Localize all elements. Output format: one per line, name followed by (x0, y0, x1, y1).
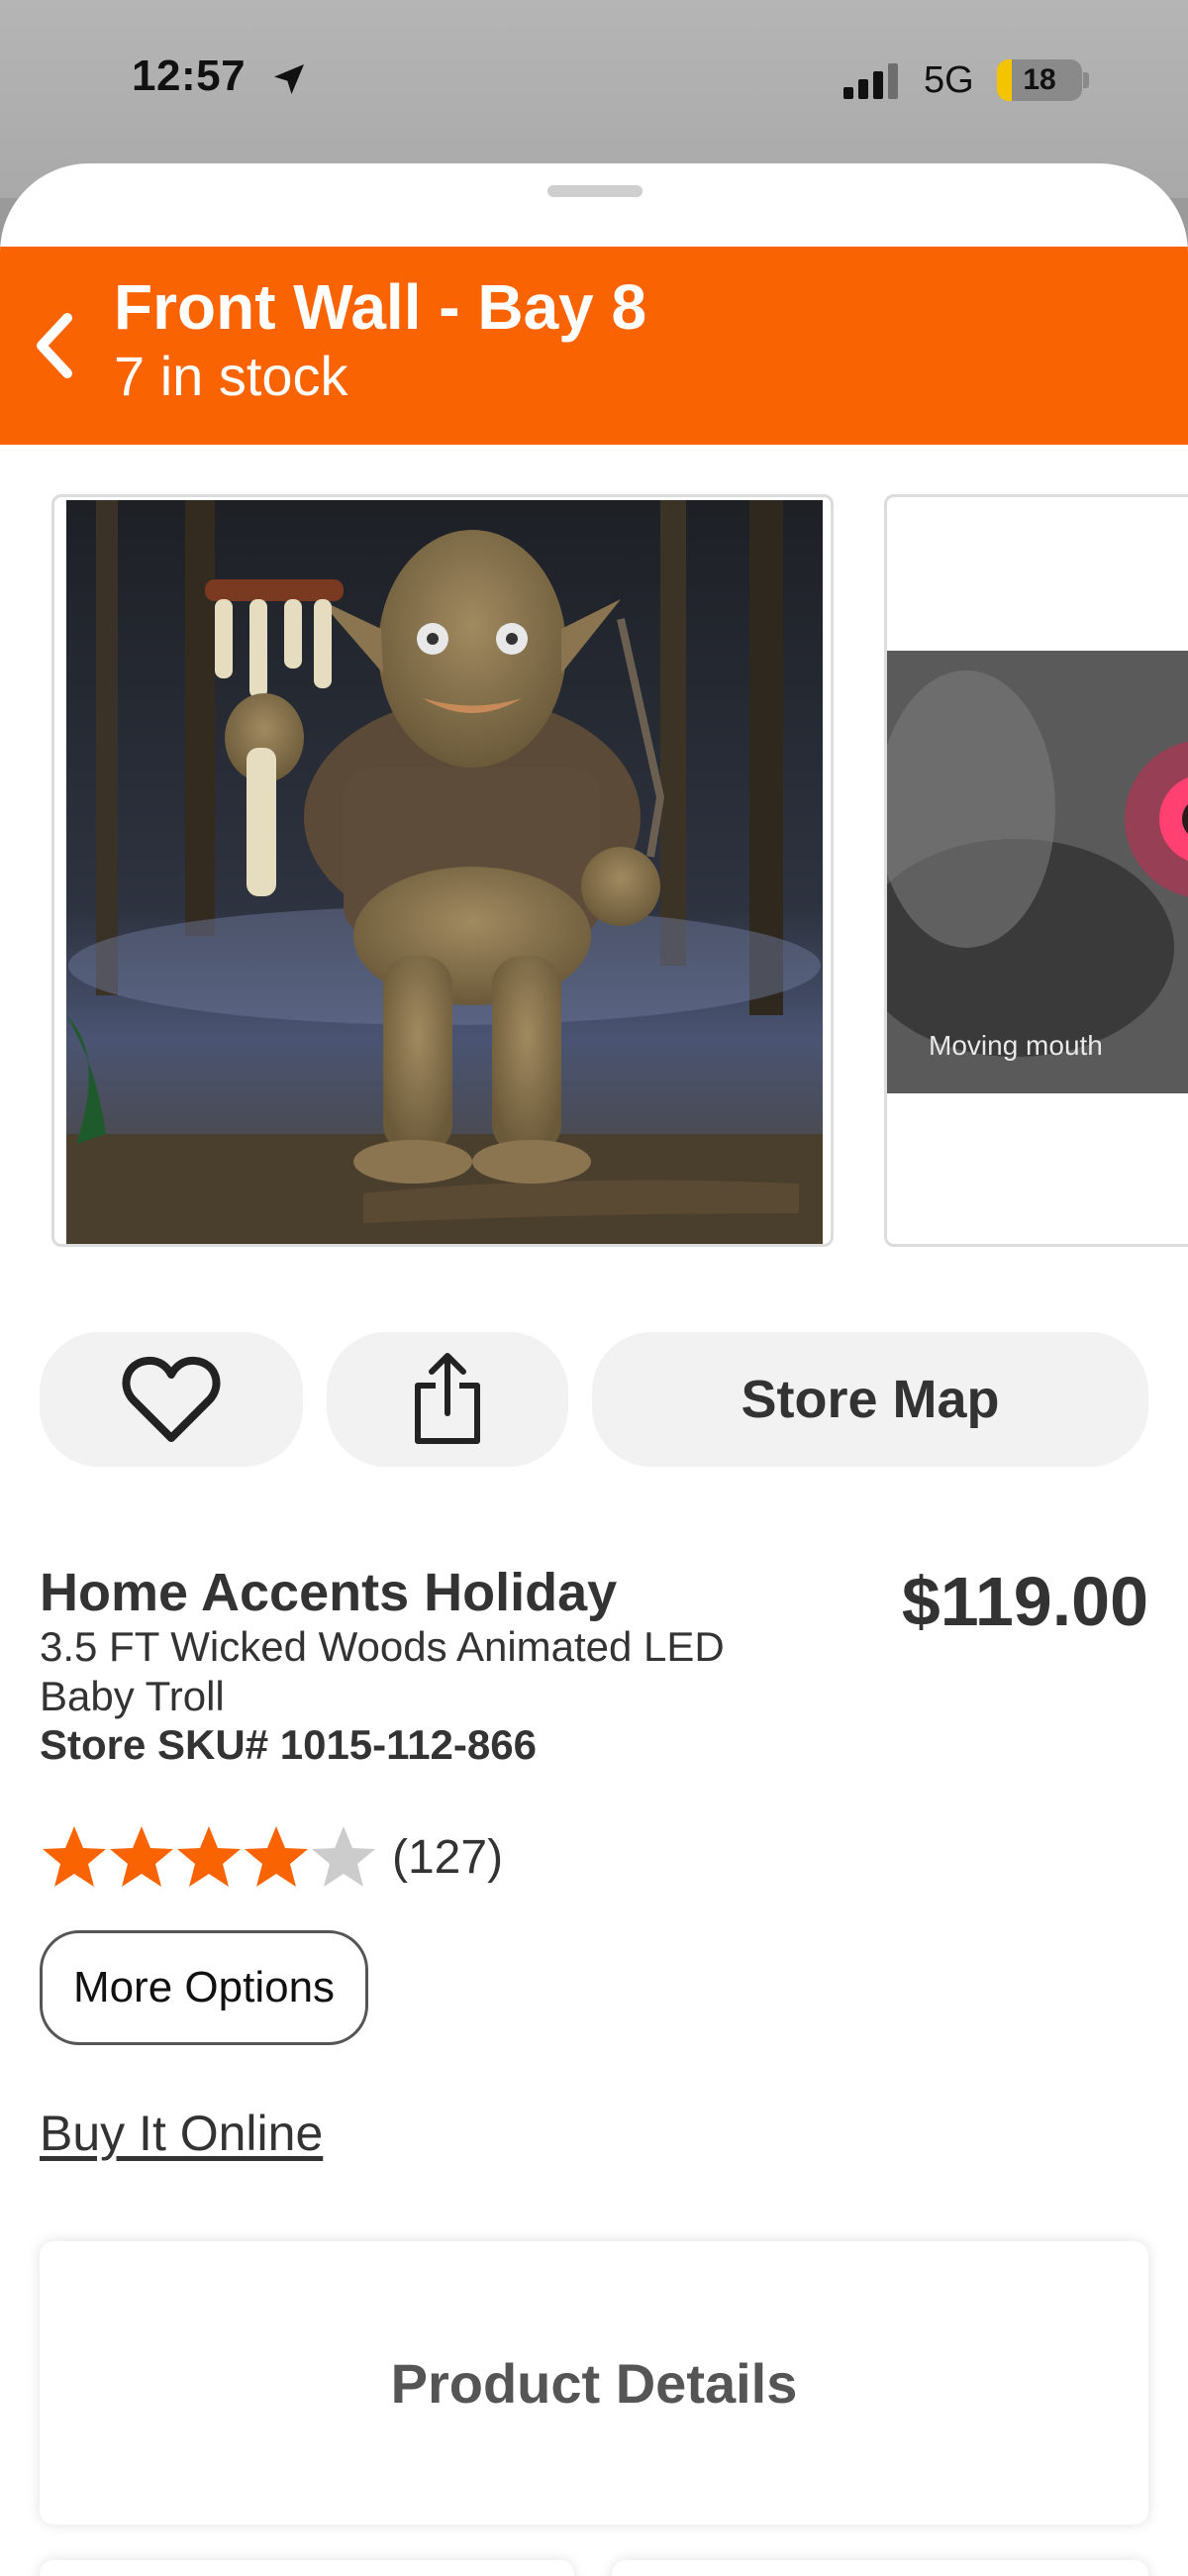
aisle-location-title: Front Wall - Bay 8 (114, 271, 647, 343)
star-icon (245, 1826, 308, 1887)
back-chevron-icon[interactable] (30, 306, 79, 385)
product-sku: Store SKU# 1015-112-866 (40, 1721, 537, 1768)
product-details-card[interactable]: Product Details (40, 2241, 1148, 2524)
share-icon (415, 1353, 480, 1444)
product-price: $119.00 (901, 1563, 1148, 1640)
product-image-card[interactable] (51, 494, 834, 1247)
store-map-button[interactable]: Store Map (592, 1332, 1148, 1467)
image-caption: Moving mouth (929, 1030, 1103, 1061)
section-card[interactable] (40, 2560, 574, 2576)
section-card[interactable] (612, 2560, 1148, 2576)
status-time: 12:57 (132, 52, 247, 100)
rating-row[interactable]: (127) (40, 1819, 503, 1895)
product-brand: Home Accents Holiday (40, 1563, 618, 1622)
heart-icon (122, 1356, 221, 1442)
share-button[interactable] (327, 1332, 568, 1467)
star-icon (43, 1826, 106, 1887)
star-icon (177, 1826, 241, 1887)
moving-mouth-thumbnail (887, 651, 1188, 1093)
battery-cap (1083, 72, 1089, 88)
star-icon (312, 1826, 375, 1887)
stock-count: 7 in stock (114, 345, 348, 407)
battery-icon: 18 (997, 59, 1082, 101)
product-sheet: Front Wall - Bay 8 7 in stock Moving mou… (0, 163, 1188, 2576)
favorite-button[interactable] (40, 1332, 303, 1467)
signal-icon (843, 63, 898, 99)
buy-it-online-link[interactable]: Buy It Online (40, 2105, 323, 2162)
product-details-label: Product Details (390, 2351, 798, 2415)
network-type: 5G (924, 59, 974, 101)
aisle-location-bar: Front Wall - Bay 8 7 in stock (0, 247, 1188, 445)
star-icon (110, 1826, 173, 1887)
battery-level: 18 (1023, 63, 1056, 96)
status-bar: 12:57 5G 18 (0, 0, 1188, 163)
location-arrow-icon (274, 64, 304, 94)
more-options-button[interactable]: More Options (40, 1930, 368, 2045)
product-video-card[interactable]: Moving mouth (884, 494, 1188, 1247)
action-row: Store Map (0, 1332, 1188, 1467)
review-count: (127) (392, 1830, 504, 1884)
star-rating (40, 1822, 376, 1892)
product-name: 3.5 FT Wicked Woods Animated LED Baby Tr… (40, 1623, 725, 1719)
product-image-carousel[interactable]: Moving mouth (0, 494, 1188, 1247)
sheet-grabber-handle[interactable] (547, 185, 643, 197)
troll-product-photo (66, 500, 823, 1244)
